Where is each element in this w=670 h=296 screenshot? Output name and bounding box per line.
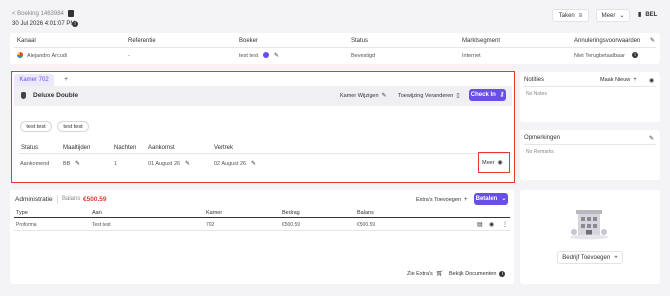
phone-icon: ▮ xyxy=(638,12,642,18)
row-boeker[interactable]: test test xyxy=(239,53,258,59)
eye-icon[interactable]: ◉ xyxy=(649,77,654,84)
add-extras-button[interactable]: Extra's Toevoegen + xyxy=(416,197,468,203)
copy-icon[interactable] xyxy=(68,10,74,17)
col-kanaal: Kanaal xyxy=(17,38,36,44)
pencil-icon[interactable]: ✎ xyxy=(274,52,279,59)
more-label: Meer xyxy=(601,12,616,19)
tasks-label: Taken xyxy=(558,12,575,19)
divider xyxy=(524,144,656,145)
tasks-button[interactable]: Taken ≡ xyxy=(552,9,589,22)
remarks-title: Opmerkingen xyxy=(524,135,561,141)
row-type: Proforma xyxy=(16,222,37,228)
edit-icon[interactable]: ✎ xyxy=(650,37,655,44)
call-button[interactable]: ▮ BEL xyxy=(638,12,657,18)
add-extras-label: Extra's Toevoegen xyxy=(416,197,461,203)
booker-link-icon[interactable] xyxy=(263,52,269,58)
col-type: Type xyxy=(16,210,28,216)
building-illustration xyxy=(570,210,608,240)
notes-title: Notities xyxy=(524,77,545,83)
plus-icon: + xyxy=(463,197,468,203)
col-balans: Balans xyxy=(357,210,374,216)
col-aan: Aan xyxy=(92,210,102,216)
list-icon: ≡ xyxy=(578,12,583,19)
balance-value: €500.59 xyxy=(83,196,107,203)
channel-avatar xyxy=(17,52,23,58)
col-bedrag: Bedrag xyxy=(282,210,300,216)
see-extras-button[interactable]: Zie Extra's 🛒︎ xyxy=(407,271,443,277)
chevron-down-icon: ⌄ xyxy=(619,12,625,19)
booking-summary-card: Kanaal Referentie Boeker Status Marktseg… xyxy=(10,33,660,64)
plus-icon: + xyxy=(633,77,637,83)
booking-datetime: 30 Jul 2026 4:01:07 PM xyxy=(12,21,76,27)
row-kamer: 702 xyxy=(206,222,215,228)
admin-title: Administratie xyxy=(15,196,53,203)
administration-card: Administratie Balans €500.59 Extra's Toe… xyxy=(10,190,514,284)
highlight-more-button xyxy=(478,152,510,173)
kebab-menu-icon[interactable]: ⋮ xyxy=(502,221,508,228)
remarks-card: Opmerkingen ✎ No Remarks xyxy=(520,130,660,180)
info-icon[interactable]: i xyxy=(72,21,78,27)
eye-icon[interactable]: ◉ xyxy=(489,221,494,228)
view-documents-button[interactable]: Bekijk Documenten i xyxy=(449,271,506,277)
vertical-divider xyxy=(57,195,58,204)
add-company-button[interactable]: Bedrijf Toevoegen + xyxy=(557,251,623,264)
call-label: BEL xyxy=(645,12,658,18)
edit-icon[interactable]: ✎ xyxy=(649,135,654,142)
col-marktsegment: Marktsegment xyxy=(462,38,501,44)
info-icon[interactable]: i xyxy=(632,52,638,58)
row-annulering: Niet Terugbetaalbaar xyxy=(574,53,625,59)
highlight-room-card xyxy=(11,71,515,183)
row-aan: Test test xyxy=(92,222,111,228)
divider xyxy=(14,47,656,48)
chevron-down-icon: ⌄ xyxy=(501,196,507,202)
notes-card: Notities Maak Nieuw + ◉ No Notes xyxy=(520,72,660,122)
remarks-empty: No Remarks xyxy=(526,149,554,155)
row-bedrag: €500.59 xyxy=(282,222,301,228)
add-company-label: Bedrijf Toevoegen xyxy=(562,254,611,261)
back-link[interactable]: < Boeking 1463984 xyxy=(12,11,64,17)
company-card: Bedrijf Toevoegen + xyxy=(520,190,660,284)
notes-empty: No Notes xyxy=(526,91,547,97)
row-balans: €500.59 xyxy=(357,222,376,228)
row-status: Bevestigd xyxy=(351,53,376,59)
balance-label: Balans xyxy=(62,196,81,202)
info-icon: i xyxy=(499,271,506,277)
create-note-button[interactable]: Maak Nieuw + xyxy=(600,77,637,83)
divider xyxy=(14,230,510,231)
create-note-label: Maak Nieuw xyxy=(600,77,631,83)
divider xyxy=(14,217,510,218)
pay-label: Betalen xyxy=(475,196,498,202)
col-status: Status xyxy=(351,38,369,44)
row-marktsegment: Internet xyxy=(462,53,481,59)
row-kanaal: Alejandro Arcudi xyxy=(27,53,68,59)
view-docs-label: Bekijk Documenten xyxy=(449,271,497,277)
more-button[interactable]: Meer ⌄ xyxy=(596,9,630,22)
pay-button[interactable]: Betalen ⌄ xyxy=(474,193,508,205)
row-referentie: - xyxy=(128,53,130,59)
see-extras-label: Zie Extra's xyxy=(407,271,433,277)
col-annulering: Annuleringsvoorwaarden xyxy=(574,38,641,44)
print-icon[interactable]: ▤ xyxy=(477,221,483,228)
cart-icon: 🛒︎ xyxy=(435,271,444,277)
col-boeker: Boeker xyxy=(239,38,259,44)
divider xyxy=(524,86,656,87)
col-kamer: Kamer xyxy=(206,210,223,216)
plus-icon: + xyxy=(614,254,618,261)
col-referentie: Referentie xyxy=(128,38,156,44)
